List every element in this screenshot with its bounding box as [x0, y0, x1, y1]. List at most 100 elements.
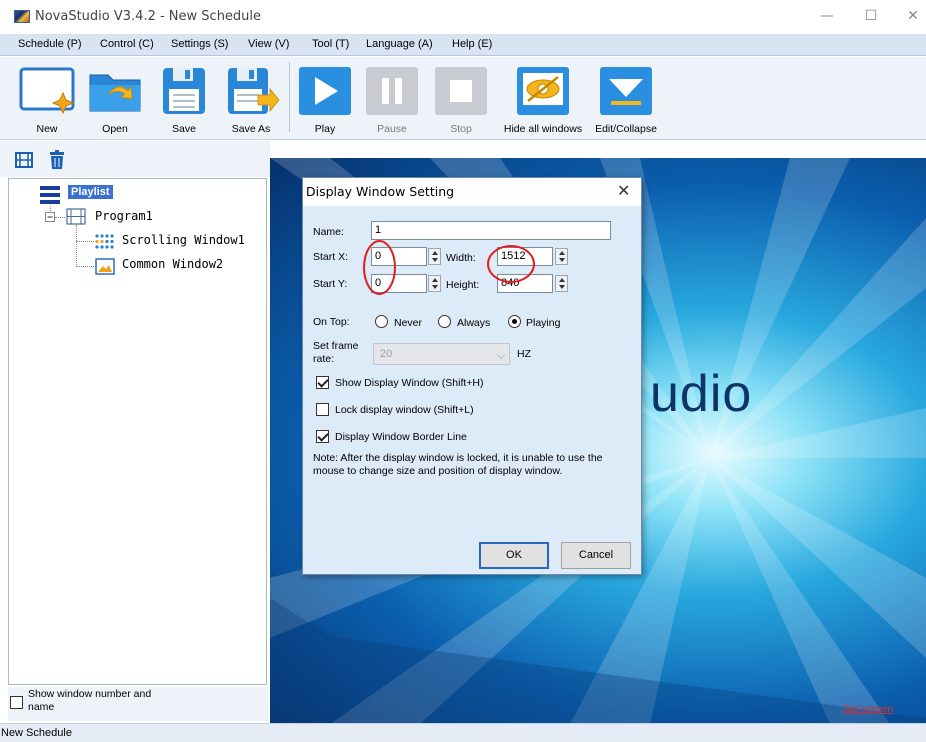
show-window-number-option: Show window number and name: [8, 687, 268, 721]
lock-display-window-checkbox[interactable]: [316, 403, 329, 416]
show-display-window-checkbox[interactable]: [316, 376, 329, 389]
border-line-checkbox[interactable]: [316, 430, 329, 443]
width-label: Width:: [446, 252, 476, 264]
tree-connector: [76, 241, 94, 242]
play-icon: [299, 67, 351, 115]
hide-eye-icon: [517, 67, 569, 115]
save-as-label: Save As: [231, 123, 271, 135]
ok-button[interactable]: OK: [479, 542, 549, 569]
open-button[interactable]: Open: [80, 63, 150, 137]
save-button[interactable]: Save: [149, 63, 219, 137]
start-y-spinner[interactable]: [428, 275, 441, 292]
collapse-toggle-icon[interactable]: [45, 212, 55, 222]
maximize-button[interactable]: ☐: [856, 6, 886, 26]
new-button[interactable]: New: [12, 63, 82, 137]
program-icon: [66, 208, 86, 225]
stop-icon: [435, 67, 487, 115]
tree-connector: [55, 217, 65, 218]
menu-tool[interactable]: Tool (T): [312, 38, 349, 50]
on-top-never-label: Never: [394, 317, 423, 329]
tree-item-scrolling-window[interactable]: Scrolling Window1: [122, 233, 245, 247]
frame-rate-unit: HZ: [517, 348, 531, 360]
pause-label: Pause: [377, 123, 407, 135]
film-strip-icon[interactable]: [15, 151, 33, 169]
save-as-button[interactable]: Save As: [216, 63, 286, 137]
on-top-label: On Top:: [313, 316, 350, 328]
play-label: Play: [314, 123, 336, 135]
menu-language[interactable]: Language (A): [366, 38, 433, 50]
new-document-icon: [19, 67, 75, 115]
open-label: Open: [102, 123, 128, 135]
annotation-circle-start: [363, 240, 396, 295]
status-text: New Schedule: [1, 727, 72, 739]
cancel-button[interactable]: Cancel: [561, 542, 631, 569]
start-x-spinner[interactable]: [428, 248, 441, 265]
menu-control[interactable]: Control (C): [100, 38, 154, 50]
preview-logo-text: udio: [650, 365, 753, 423]
toolbar: New Open Save Save As Play Pause Stop Hi…: [0, 57, 926, 140]
name-field[interactable]: 1: [371, 221, 611, 240]
tree-connector: [76, 225, 77, 267]
edit-collapse-label: Edit/Collapse: [595, 123, 657, 135]
on-top-always-label: Always: [457, 317, 491, 329]
display-window-setting-dialog: Display Window Setting ✕ Name: 1 Start X…: [302, 177, 642, 575]
start-x-label: Start X:: [313, 251, 349, 263]
status-bar: New Schedule: [0, 723, 926, 742]
save-label: Save: [172, 123, 196, 135]
frame-rate-select: 20: [373, 343, 510, 365]
on-top-playing-radio[interactable]: [508, 315, 521, 328]
stop-button[interactable]: Stop: [426, 63, 496, 137]
lock-note: Note: After the display window is locked…: [313, 452, 603, 477]
dialog-title-bar: Display Window Setting ✕: [303, 178, 641, 206]
show-window-number-checkbox[interactable]: [10, 696, 23, 709]
app-logo-icon: [14, 10, 30, 23]
open-folder-icon: [89, 74, 141, 112]
pause-icon: [366, 67, 418, 115]
hide-all-windows-label: Hide all windows: [503, 123, 583, 135]
dialog-title: Display Window Setting: [306, 184, 455, 199]
on-top-always-radio[interactable]: [438, 315, 451, 328]
title-bar: NovaStudio V3.4.2 - New Schedule — ☐ ✕: [0, 0, 926, 32]
width-spinner[interactable]: [555, 248, 568, 265]
height-spinner[interactable]: [555, 275, 568, 292]
tree-item-playlist[interactable]: Playlist: [68, 185, 113, 199]
save-disk-icon: [163, 68, 205, 114]
new-label: New: [36, 123, 58, 135]
menu-bar: Schedule (P) Control (C) Settings (S) Vi…: [0, 34, 926, 56]
annotation-circle-size: [487, 245, 535, 283]
name-label: Name:: [313, 226, 344, 238]
show-display-window-label: Show Display Window (Shift+H): [335, 377, 484, 389]
playlist-tree: Playlist Program1 Scrolling Window1 Comm…: [8, 178, 267, 685]
set-screen-link[interactable]: Set screen: [843, 703, 893, 715]
save-as-icon: [228, 68, 280, 114]
edit-collapse-button[interactable]: Edit/Collapse: [588, 63, 664, 137]
scrolling-window-icon: [95, 234, 114, 249]
menu-settings[interactable]: Settings (S): [171, 38, 228, 50]
window-title: NovaStudio V3.4.2 - New Schedule: [35, 9, 262, 24]
menu-help[interactable]: Help (E): [452, 38, 492, 50]
dialog-close-button[interactable]: ✕: [617, 181, 630, 200]
tree-item-program[interactable]: Program1: [95, 209, 153, 223]
pause-button[interactable]: Pause: [357, 63, 427, 137]
minimize-button[interactable]: —: [812, 6, 842, 26]
stop-label: Stop: [450, 123, 472, 135]
play-button[interactable]: Play: [290, 63, 360, 137]
border-line-label: Display Window Border Line: [335, 431, 467, 443]
menu-view[interactable]: View (V): [248, 38, 289, 50]
close-button[interactable]: ✕: [898, 6, 926, 26]
toolbar-separator: [289, 62, 290, 132]
frame-rate-label: Set frame rate:: [313, 340, 359, 365]
start-y-label: Start Y:: [313, 278, 348, 290]
common-window-icon: [95, 258, 115, 275]
tree-item-common-window[interactable]: Common Window2: [122, 257, 223, 271]
tree-connector: [76, 266, 94, 267]
height-label: Height:: [446, 279, 480, 291]
collapse-arrow-icon: [600, 67, 652, 115]
trash-icon[interactable]: [49, 150, 65, 169]
show-window-number-label: Show window number and name: [28, 688, 152, 713]
playlist-icon: [40, 186, 60, 204]
on-top-never-radio[interactable]: [375, 315, 388, 328]
hide-all-windows-button[interactable]: Hide all windows: [500, 63, 586, 137]
on-top-playing-label: Playing: [526, 317, 561, 329]
menu-schedule[interactable]: Schedule (P): [18, 38, 82, 50]
